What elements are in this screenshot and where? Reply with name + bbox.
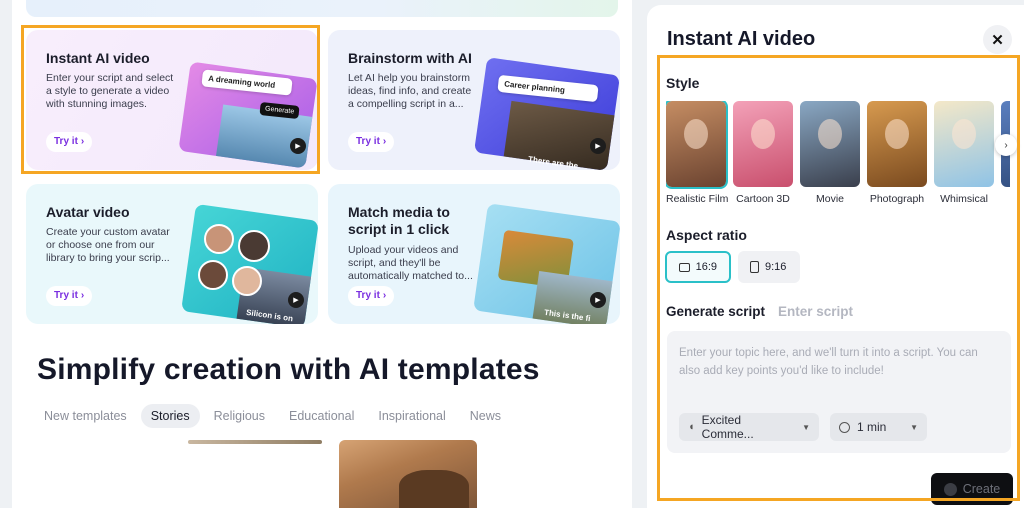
loading-icon (943, 482, 957, 496)
banner-strip (26, 0, 618, 17)
template-thumbnail[interactable] (339, 440, 477, 508)
style-thumbnail (867, 101, 927, 187)
play-icon: ▶ (590, 292, 606, 308)
carousel-next-icon[interactable]: › (995, 134, 1017, 156)
voice-dropdown[interactable]: ◖ Excited Comme... ▼ (679, 413, 819, 441)
style-option[interactable]: Whimsical (934, 101, 994, 205)
voice-value: Excited Comme... (701, 413, 754, 441)
chevron-down-icon: ▼ (910, 422, 918, 432)
try-it-button[interactable]: Try it › (348, 286, 395, 306)
card-description: Enter your script and select a style to … (46, 72, 174, 110)
duration-dropdown[interactable]: 1 min ▼ (830, 413, 927, 441)
style-subject (684, 119, 708, 149)
card-avatar-video[interactable]: Avatar video Create your custom avatar o… (26, 184, 318, 324)
style-subject (751, 119, 775, 149)
card-title: Instant AI video (46, 50, 150, 66)
template-thumbnail[interactable] (188, 440, 322, 444)
avatar-thumb (232, 266, 262, 296)
close-icon[interactable]: ✕ (983, 25, 1012, 54)
clock-icon (839, 421, 850, 433)
template-tabs: New templates Stories Religious Educational… (34, 404, 511, 428)
aspect-9-16-option[interactable]: 9:16 (738, 251, 800, 283)
chevron-right-icon: › (80, 290, 85, 301)
aspect-label: 16:9 (695, 261, 717, 273)
tab-enter-script[interactable]: Enter script (778, 304, 853, 319)
duration-value: 1 min (857, 420, 887, 434)
tab-generate-script[interactable]: Generate script (666, 304, 765, 319)
tab-news[interactable]: News (460, 404, 511, 428)
try-it-label: Try it (54, 136, 78, 147)
portrait-icon (750, 261, 759, 273)
voice-icon: ◖ (688, 421, 695, 433)
try-it-button[interactable]: Try it › (348, 132, 395, 152)
tab-inspirational[interactable]: Inspirational (368, 404, 455, 428)
templates-heading: Simplify creation with AI templates (37, 353, 540, 386)
aspect-16-9-option[interactable]: 16:9 (665, 251, 731, 283)
style-option[interactable]: Cartoon 3D (733, 101, 793, 205)
chevron-right-icon: › (382, 136, 387, 147)
card-brainstorm-with-ai[interactable]: Brainstorm with AI Let AI help you brain… (328, 30, 620, 170)
create-button[interactable]: Create (931, 473, 1013, 505)
card-title: Brainstorm with AI (348, 50, 472, 66)
tab-religious[interactable]: Religious (204, 404, 275, 428)
style-thumbnail (666, 101, 728, 189)
chevron-right-icon: › (80, 136, 85, 147)
style-subject (818, 119, 842, 149)
try-it-button[interactable]: Try it › (46, 132, 93, 152)
card-title: Match media to script in 1 click (348, 204, 450, 237)
card-description: Upload your videos and script, and they'… (348, 244, 473, 282)
aspect-label: 9:16 (765, 261, 787, 273)
try-it-label: Try it (356, 136, 380, 147)
try-it-label: Try it (356, 290, 380, 301)
aspect-ratio-label: Aspect ratio (666, 227, 747, 243)
avatar-thumb (238, 230, 270, 262)
card-match-media[interactable]: Match media to script in 1 click Upload … (328, 184, 620, 324)
style-name: Photograph (869, 193, 925, 205)
try-it-button[interactable]: Try it › (46, 286, 93, 306)
landscape-icon (679, 262, 690, 272)
tab-educational[interactable]: Educational (279, 404, 364, 428)
style-subject (885, 119, 909, 149)
card-title: Avatar video (46, 204, 130, 220)
play-icon: ▶ (288, 292, 304, 308)
try-it-label: Try it (54, 290, 78, 301)
card-description: Let AI help you brainstorm ideas, find i… (348, 72, 472, 110)
style-option[interactable]: Movie (800, 101, 860, 205)
style-thumbnail (934, 101, 994, 187)
chevron-right-icon: › (382, 290, 387, 301)
card-instant-ai-video[interactable]: Instant AI video Enter your script and s… (26, 30, 318, 170)
style-label: Style (666, 75, 700, 91)
avatar-thumb (198, 260, 228, 290)
topic-placeholder: Enter your topic here, and we'll turn it… (679, 347, 978, 377)
card-description: Create your custom avatar or choose one … (46, 226, 170, 264)
avatar-thumb (204, 224, 234, 254)
tab-new-templates[interactable]: New templates (34, 404, 137, 428)
style-option[interactable]: Photograph (867, 101, 927, 205)
panel-title: Instant AI video (667, 28, 816, 50)
style-thumbnail (733, 101, 793, 187)
style-option[interactable]: Realistic Film (666, 101, 729, 205)
play-icon: ▶ (590, 138, 606, 154)
style-thumbnail (800, 101, 860, 187)
style-carousel: Realistic Film Cartoon 3D Movie Photograph W… (666, 101, 1010, 209)
play-icon: ▶ (290, 138, 306, 154)
main-panel: Instant AI video Enter your script and s… (12, 0, 632, 508)
style-subject (952, 119, 976, 149)
style-name: Whimsical (940, 193, 988, 205)
create-label: Create (962, 482, 1001, 496)
style-name: Cartoon 3D (736, 193, 790, 205)
chevron-down-icon: ▼ (802, 422, 810, 432)
ibex-shape (399, 470, 469, 508)
tab-stories[interactable]: Stories (140, 404, 200, 428)
style-name: Realistic Film (666, 193, 729, 205)
style-name: Movie (815, 193, 844, 205)
